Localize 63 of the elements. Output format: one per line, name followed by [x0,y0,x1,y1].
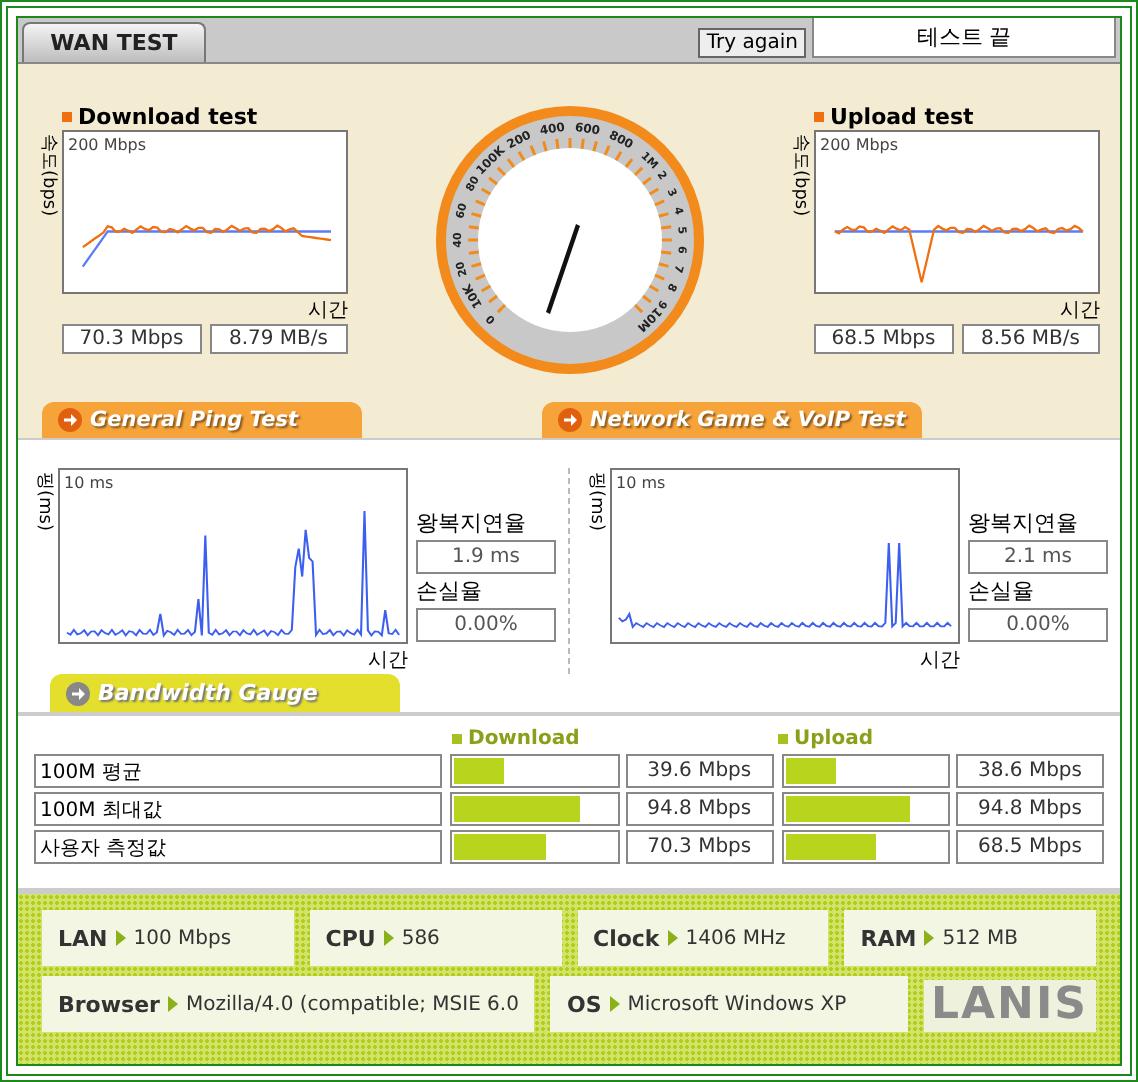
info-value: 512 MB [942,927,1018,949]
axis-label: 핑(ms) [586,472,608,531]
info-label: RAM [860,925,917,951]
bandwidth-value: 94.8 Mbps [625,792,774,826]
axis-label: 시간 [308,298,348,324]
axis-label: 핑(ms) [34,472,56,531]
arrow-icon [115,930,126,946]
info-label: CPU [325,925,376,951]
info-label: Clock [593,925,660,951]
mbps-value: 68.5 Mbps [814,324,953,354]
mbps-value: 70.3 Mbps [62,324,201,354]
status-field: 테스트 끝 [812,16,1116,58]
bandwidth-value: 39.6 Mbps [625,754,774,788]
axis-label: 속도(bps) [38,134,60,217]
arrow-icon [383,930,394,946]
loss-value: 0.00% [968,608,1108,642]
latency-value: 1.9 ms [416,540,556,574]
info-value: 1406 MHz [685,927,786,949]
wan-test-tab[interactable]: WAN TEST [22,22,206,62]
test-title: Download test [62,104,348,130]
info-label: Browser [58,991,160,1017]
loss-label: 손실율 [968,576,1036,606]
row-label: 100M 평균 [34,754,443,788]
column-header: Download [452,728,779,750]
arrow-icon [667,930,678,946]
latency-label: 왕복지연율 [416,508,528,538]
mbs-value: 8.56 MB/s [961,324,1100,354]
loss-value: 0.00% [416,608,556,642]
try-again-button[interactable]: Try again [698,28,806,58]
arrow-icon [924,930,935,946]
column-header: Upload [778,728,1105,750]
info-value: Microsoft Windows XP [627,993,847,1015]
bandwidth-value: 70.3 Mbps [625,830,774,864]
bandwidth-value: 38.6 Mbps [956,754,1104,788]
info-value: 100 Mbps [133,927,232,949]
arrow-icon [66,681,90,705]
arrow-icon [558,408,582,432]
gauge-needle [545,224,579,314]
axis-label: 속도(bps) [790,134,812,217]
latency-label: 왕복지연율 [968,508,1080,538]
latency-value: 2.1 ms [968,540,1108,574]
info-value: 586 [401,927,440,949]
scale-label: 200 Mbps [68,136,147,154]
loss-label: 손실율 [416,576,484,606]
arrow-icon [58,408,82,432]
row-label: 100M 최대값 [34,792,443,826]
axis-label: 시간 [920,648,960,674]
scale-label: 10 ms [616,474,666,492]
axis-label: 시간 [1060,298,1100,324]
test-title: Upload test [814,104,1100,130]
scale-label: 10 ms [64,474,114,492]
bandwidth-value: 94.8 Mbps [956,792,1104,826]
mbs-value: 8.79 MB/s [209,324,348,354]
axis-label: 시간 [368,648,408,674]
bandwidth-value: 68.5 Mbps [956,830,1104,864]
arrow-icon [167,996,178,1012]
info-value: Mozilla/4.0 (compatible; MSIE 6.0 [185,993,519,1015]
arrow-icon [609,996,620,1012]
info-label: LAN [58,925,108,951]
scale-label: 200 Mbps [820,136,899,154]
info-label: OS [566,991,602,1017]
logo: LANIS [923,980,1096,1032]
row-label: 사용자 측정값 [34,830,443,864]
